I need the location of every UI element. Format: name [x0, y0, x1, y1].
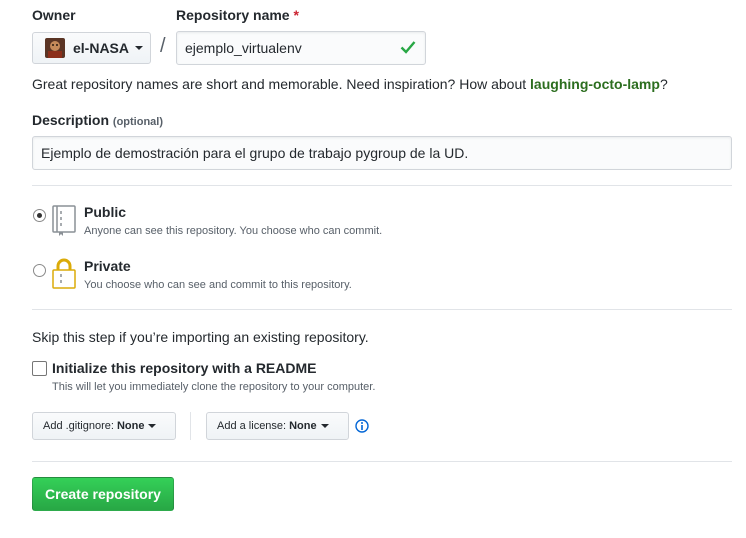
divider	[32, 309, 732, 310]
description-label: Description (optional)	[32, 112, 163, 128]
chevron-down-icon	[135, 46, 144, 50]
chevron-down-icon	[148, 424, 157, 428]
license-dropdown[interactable]: Add a license: None	[206, 412, 349, 440]
public-title: Public	[84, 204, 127, 220]
repo-book-icon	[51, 204, 77, 241]
gitignore-label: Add .gitignore:	[43, 420, 114, 432]
gitignore-value: None	[116, 420, 145, 432]
private-description: You choose who can see and commit to thi…	[84, 279, 352, 291]
dropdown-separator	[190, 412, 191, 440]
license-label: Add a license:	[217, 420, 287, 432]
avatar-icon	[45, 38, 65, 58]
name-hint-end: ?	[659, 76, 668, 92]
public-description: Anyone can see this repository. You choo…	[84, 225, 383, 237]
license-value: None	[289, 420, 317, 432]
private-radio[interactable]	[33, 264, 46, 277]
skip-step-text: Skip this step if you’re importing an ex…	[32, 329, 369, 345]
readme-description: This will let you immediately clone the …	[52, 381, 376, 393]
owner-select-button[interactable]: el-NASA	[32, 32, 151, 64]
public-radio[interactable]	[33, 209, 46, 222]
readme-label[interactable]: Initialize this repository with a README	[52, 360, 316, 376]
name-hint: Great repository names are short and mem…	[32, 76, 668, 92]
info-icon[interactable]	[355, 419, 369, 433]
owner-name: el-NASA	[73, 40, 130, 56]
name-suggestion-link[interactable]: laughing-octo-lamp	[530, 76, 660, 92]
divider	[32, 185, 732, 186]
description-label-text: Description	[32, 112, 110, 128]
create-repository-button[interactable]: Create repository	[32, 477, 174, 511]
readme-checkbox[interactable]	[32, 361, 47, 376]
gitignore-dropdown[interactable]: Add .gitignore: None	[32, 412, 176, 440]
description-input[interactable]	[32, 136, 732, 170]
check-icon	[400, 40, 416, 59]
lock-icon	[51, 257, 77, 295]
owner-label: Owner	[32, 7, 76, 23]
required-mark: *	[293, 7, 299, 23]
chevron-down-icon	[320, 424, 329, 428]
optional-tag: (optional)	[112, 116, 164, 128]
repo-name-label-text: Repository name	[176, 7, 290, 23]
divider	[32, 461, 732, 462]
repo-name-label: Repository name *	[176, 7, 299, 23]
owner-repo-separator: /	[160, 35, 166, 57]
repository-name-input[interactable]	[176, 31, 426, 65]
name-hint-text: Great repository names are short and mem…	[32, 76, 531, 92]
private-title: Private	[84, 258, 131, 274]
